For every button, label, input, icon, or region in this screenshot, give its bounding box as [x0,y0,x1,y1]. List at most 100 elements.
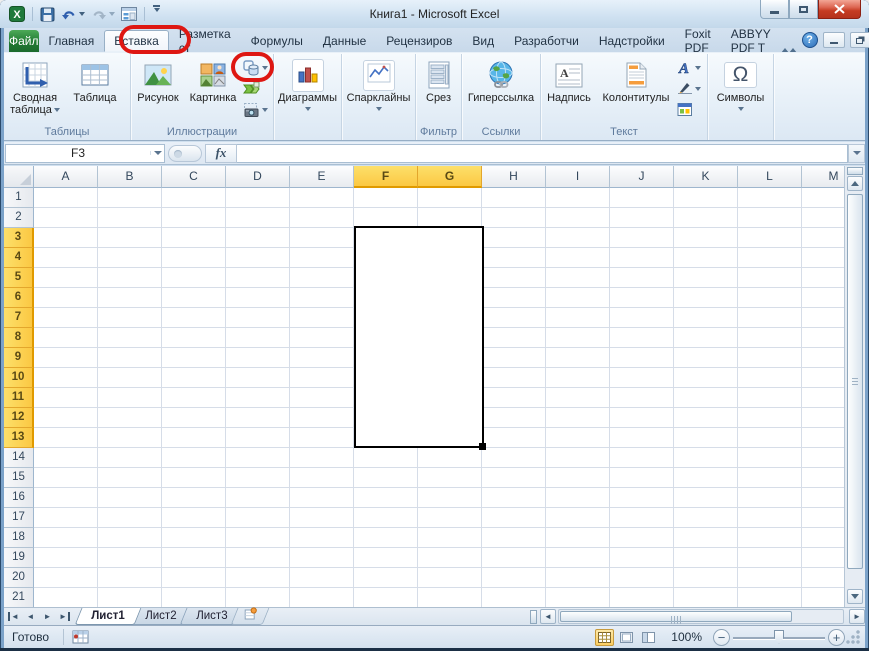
column-header-G[interactable]: G [418,166,482,188]
horizontal-scroll-thumb[interactable] [560,611,792,622]
column-header-D[interactable]: D [226,166,290,188]
zoom-slider[interactable] [733,629,825,646]
row-header-11[interactable]: 11 [4,388,34,408]
zoom-out-button[interactable]: − [713,629,730,646]
vertical-scroll-thumb[interactable] [847,194,863,569]
zoom-in-button[interactable]: + [828,629,845,646]
tab-home[interactable]: Главная [39,30,105,52]
tab-file[interactable]: Файл [9,30,39,52]
column-header-F[interactable]: F [354,166,418,188]
tab-view[interactable]: Вид [462,30,504,52]
row-header-21[interactable]: 21 [4,588,34,607]
vertical-scrollbar[interactable] [844,166,865,607]
form-view-button[interactable] [120,5,138,23]
row-header-1[interactable]: 1 [4,188,34,208]
excel-logo-icon[interactable]: X [8,5,26,23]
slicer-button[interactable]: Срез [418,56,460,122]
resize-grip[interactable] [846,630,860,644]
name-box-dropdown[interactable] [150,151,164,155]
zoom-slider-thumb[interactable] [774,630,784,644]
select-all-corner[interactable] [4,166,34,188]
undo-button[interactable] [60,5,86,23]
row-header-9[interactable]: 9 [4,348,34,368]
scroll-left-button[interactable]: ◄ [540,609,556,624]
row-header-19[interactable]: 19 [4,548,34,568]
page-layout-view-button[interactable] [617,629,636,646]
horizontal-split-handle[interactable] [530,610,537,624]
charts-button[interactable]: Диаграммы [276,56,340,122]
close-button[interactable] [818,0,861,19]
column-header-B[interactable]: B [98,166,162,188]
row-header-10[interactable]: 10 [4,368,34,388]
column-header-K[interactable]: K [674,166,738,188]
workbook-minimize-button[interactable] [823,32,845,48]
row-header-8[interactable]: 8 [4,328,34,348]
name-box[interactable]: F3 [5,144,165,163]
row-header-4[interactable]: 4 [4,248,34,268]
tab-review[interactable]: Рецензиров [376,30,462,52]
insert-sheet-button[interactable] [231,608,270,625]
sheet-tab-list1[interactable]: Лист1 [75,608,141,625]
object-button[interactable] [675,100,703,119]
page-break-view-button[interactable] [639,629,658,646]
next-sheet-button[interactable]: ► [40,609,55,624]
redo-button[interactable] [90,5,116,23]
row-header-20[interactable]: 20 [4,568,34,588]
formula-input[interactable] [237,144,848,163]
row-header-13[interactable]: 13 [4,428,34,448]
tab-abbyy-pdf[interactable]: ABBYY PDF T [721,30,781,52]
row-header-7[interactable]: 7 [4,308,34,328]
first-sheet-button[interactable]: ◄ [6,609,21,624]
table-button[interactable]: Таблица [66,56,124,122]
row-header-16[interactable]: 16 [4,488,34,508]
column-header-H[interactable]: H [482,166,546,188]
save-button[interactable] [39,5,56,23]
row-header-17[interactable]: 17 [4,508,34,528]
scroll-down-button[interactable] [847,589,863,604]
column-header-I[interactable]: I [546,166,610,188]
scroll-right-button[interactable]: ► [849,609,865,624]
row-header-14[interactable]: 14 [4,448,34,468]
wordart-button[interactable]: A [675,58,703,77]
insert-function-button[interactable]: fx [205,144,237,163]
row-header-6[interactable]: 6 [4,288,34,308]
row-header-12[interactable]: 12 [4,408,34,428]
row-header-3[interactable]: 3 [4,228,34,248]
last-sheet-button[interactable]: ► [57,609,72,624]
vertical-split-handle[interactable] [847,167,863,175]
row-header-18[interactable]: 18 [4,528,34,548]
expand-formula-bar-button[interactable] [848,144,865,163]
column-header-M[interactable]: M [802,166,844,188]
row-header-15[interactable]: 15 [4,468,34,488]
column-header-C[interactable]: C [162,166,226,188]
tab-addins[interactable]: Надстройки [589,30,675,52]
scroll-up-button[interactable] [847,176,863,191]
prev-sheet-button[interactable]: ◄ [23,609,38,624]
pivot-table-button[interactable]: Сводная таблица [4,56,66,122]
row-header-2[interactable]: 2 [4,208,34,228]
help-button[interactable]: ? [802,32,818,48]
column-header-E[interactable]: E [290,166,354,188]
horizontal-scrollbar[interactable] [558,609,844,624]
zoom-level[interactable]: 100% [671,630,702,644]
customize-qat-button[interactable] [151,5,161,23]
textbox-button[interactable]: A Надпись [541,56,597,122]
maximize-button[interactable] [789,0,818,19]
hyperlink-button[interactable]: Гиперссылка [464,56,538,122]
row-header-5[interactable]: 5 [4,268,34,288]
symbols-button[interactable]: Ω Символы [711,56,771,122]
normal-view-button[interactable] [595,629,614,646]
headerfooter-button[interactable]: Колонтитулы [597,56,675,122]
sparklines-button[interactable]: Спарклайны [344,56,414,122]
column-header-A[interactable]: A [34,166,98,188]
workbook-restore-button[interactable] [850,32,869,48]
collapse-ribbon-button[interactable] [781,31,797,49]
screenshot-button[interactable] [241,100,270,119]
minimize-button[interactable] [760,0,789,19]
tab-data[interactable]: Данные [313,30,376,52]
record-macro-button[interactable] [72,630,89,644]
tab-developer[interactable]: Разработчи [504,30,589,52]
signature-line-button[interactable] [675,79,703,98]
rectangle-shape[interactable] [354,226,484,448]
tab-foxit-pdf[interactable]: Foxit PDF [675,30,721,52]
